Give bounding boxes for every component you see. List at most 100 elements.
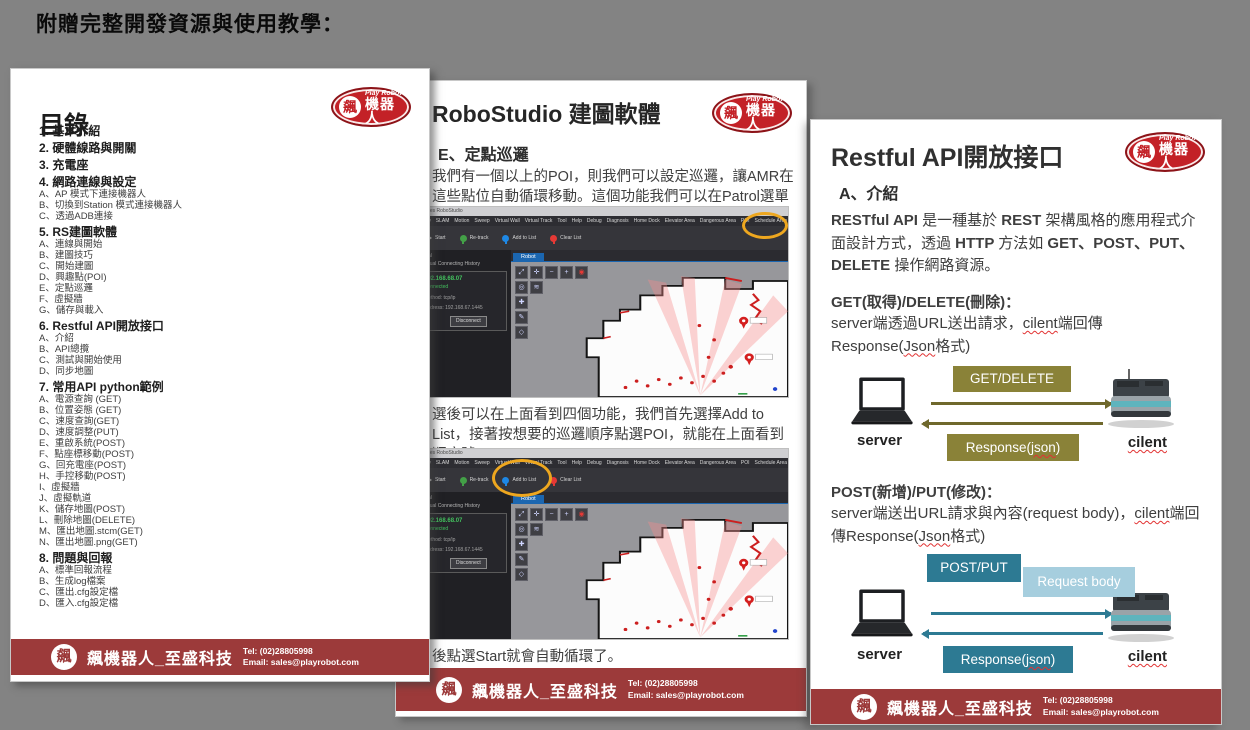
footer-company: 飆機器人_至盛科技 [472, 678, 618, 702]
pan-tool-button[interactable]: ✛ [530, 508, 543, 521]
menu-item[interactable]: Elevator Area [665, 460, 695, 466]
menu-item[interactable]: Home Dock [634, 218, 660, 224]
zoom-out-button[interactable]: − [545, 266, 558, 279]
sidebar-history-label: Manual Connecting History [420, 503, 507, 511]
toc-item: A、電源查詢 (GET) [39, 394, 419, 405]
robostudio-screenshot-2: Series RoboStudio ViewSLAMMotionSweepVir… [416, 449, 788, 639]
client-label: cilent [1128, 648, 1167, 665]
measure-tool-button[interactable]: ⤢ [515, 508, 528, 521]
text-run: REST [1001, 212, 1045, 229]
text-run: server端透過URL送出請求， [831, 315, 1023, 332]
text-run: HTTP [955, 235, 998, 252]
toolbar-button[interactable]: Clear List [550, 235, 581, 242]
visibility-button[interactable]: ◇ [515, 326, 528, 339]
menu-item[interactable]: Elevator Area [665, 218, 695, 224]
toc-item: F、點座標移動(POST) [39, 449, 419, 460]
footer-badge-icon: 飆 [851, 694, 877, 720]
map-toolbuttons: ⤢ ✛ − + ◉ ◎ ≋ ✚ ✎ ◇ [515, 508, 588, 581]
menu-item[interactable]: Help [572, 460, 582, 466]
draw-tool-button[interactable]: ✎ [515, 553, 528, 566]
measure-tool-button[interactable]: ⤢ [515, 266, 528, 279]
sweep-tool-button[interactable]: ≋ [530, 281, 543, 294]
robostudio-title: RoboStudio 建圖軟體 [432, 95, 661, 129]
disconnect-button[interactable]: Disconnect [450, 558, 487, 570]
menu-item[interactable]: Home Dock [634, 460, 660, 466]
toolbar-button[interactable]: Clear List [550, 477, 581, 484]
zoom-in-button[interactable]: + [560, 266, 573, 279]
brand-cn: 機器人 [1159, 142, 1197, 170]
menu-item[interactable]: Motion [454, 460, 469, 466]
menu-item[interactable]: Debug [587, 460, 602, 466]
sweep-tool-button[interactable]: ≋ [530, 523, 543, 536]
menu-item[interactable]: Sweep [474, 460, 489, 466]
response-arrow-icon [923, 422, 1103, 425]
map-area[interactable]: ⤢ ✛ − + ◉ ◎ ≋ ✚ ✎ ◇ [511, 503, 788, 639]
menu-item[interactable]: SLAM [436, 218, 450, 224]
toc-item: D、速度調整(PUT) [39, 427, 419, 438]
menu-item[interactable]: Motion [454, 218, 469, 224]
menu-item[interactable]: Virtual Wall [495, 218, 520, 224]
menu-item[interactable]: Tool [557, 218, 566, 224]
response-arrow-icon [923, 632, 1103, 635]
record-button[interactable]: ◉ [575, 266, 588, 279]
connection-method: Method: tcp/ip [424, 537, 503, 545]
toolbar-button-label: Start [435, 478, 446, 483]
toc-item: M、匯出地圖.stcm(GET) [39, 526, 419, 537]
text-run: json [1031, 440, 1056, 455]
app-sidebar: Local Manual Connecting History 192.168.… [416, 250, 511, 397]
toc-item: B、生成log檔案 [39, 576, 419, 587]
tab-robot[interactable]: Robot [513, 253, 544, 261]
toolbar-button[interactable]: Add to List [502, 235, 536, 242]
toolbar-button-label: Re-track [470, 478, 489, 483]
robostudio-paragraph-3: 後點選Start就會自動循環了。 [432, 647, 794, 667]
main-title: 附贈完整開發資源與使用教學： [36, 8, 344, 38]
text-run: ) [1051, 652, 1056, 667]
pan-tool-button[interactable]: ✛ [530, 266, 543, 279]
magnifier-button[interactable]: ◎ [515, 523, 528, 536]
page-footer: 飆 飆機器人_至盛科技 Tel: (02)28805998 Email: sal… [396, 668, 806, 711]
toolbar-button[interactable]: Re-track [460, 235, 489, 242]
record-button[interactable]: ◉ [575, 508, 588, 521]
page-footer: 飆 飆機器人_至盛科技 Tel: (02)28805998 Email: sal… [11, 639, 429, 675]
menu-item[interactable]: Diagnosis [607, 218, 629, 224]
draw-tool-button[interactable]: ✎ [515, 311, 528, 324]
disconnect-button[interactable]: Disconnect [450, 316, 487, 328]
menu-item[interactable]: Schedule Area [755, 460, 788, 466]
toc-item: F、虛擬牆 [39, 294, 419, 305]
restful-title: Restful API開放接口 [831, 138, 1063, 174]
zoom-in-button[interactable]: + [560, 508, 573, 521]
menu-item[interactable]: Sweep [474, 218, 489, 224]
toc-item: L、刪除地圖(DELETE) [39, 515, 419, 526]
crosshair-button[interactable]: ✚ [515, 296, 528, 309]
toc-item: H、手控移動(POST) [39, 471, 419, 482]
menu-item[interactable]: SLAM [436, 460, 450, 466]
menu-item[interactable]: Dangerous Area [700, 218, 736, 224]
text-run: 是一種基於 [922, 212, 1001, 229]
crosshair-button[interactable]: ✚ [515, 538, 528, 551]
laptop-icon [847, 586, 917, 642]
footer-tel: Tel: (02)28805998 [243, 646, 359, 657]
menu-item[interactable]: Dangerous Area [700, 460, 736, 466]
toc-item: 5. RS建圖軟體 [39, 225, 419, 239]
zoom-out-button[interactable]: − [545, 508, 558, 521]
footer-badge-icon: 飆 [51, 644, 77, 670]
magnifier-button[interactable]: ◎ [515, 281, 528, 294]
map-area[interactable]: ⤢ ✛ − + ◉ ◎ ≋ ✚ ✎ ◇ [511, 261, 788, 397]
annotation-circle-add-to-list [492, 459, 552, 497]
menu-item[interactable]: Debug [587, 218, 602, 224]
page-restful-api: 飆 Play Robot 機器人 Restful API開放接口 A、介紹 RE… [810, 119, 1222, 725]
menu-item[interactable]: Diagnosis [607, 460, 629, 466]
toc-item: G、回充電座(POST) [39, 460, 419, 471]
menu-item[interactable]: Tool [557, 460, 566, 466]
toolbar-button[interactable]: Re-track [460, 477, 489, 484]
visibility-button[interactable]: ◇ [515, 568, 528, 581]
pin-icon [502, 235, 509, 242]
get-delete-heading: GET(取得)/DELETE(刪除)： [831, 292, 1020, 315]
response-box: Response(json) [943, 646, 1073, 673]
menu-item[interactable]: Help [572, 218, 582, 224]
menu-item[interactable]: POI [741, 460, 750, 466]
menu-item[interactable]: Virtual Track [525, 218, 553, 224]
server-label: server [857, 646, 902, 663]
toc-item: C、速度查詢(GET) [39, 416, 419, 427]
toc-item: A、AP 模式下連接機器人 [39, 189, 419, 200]
